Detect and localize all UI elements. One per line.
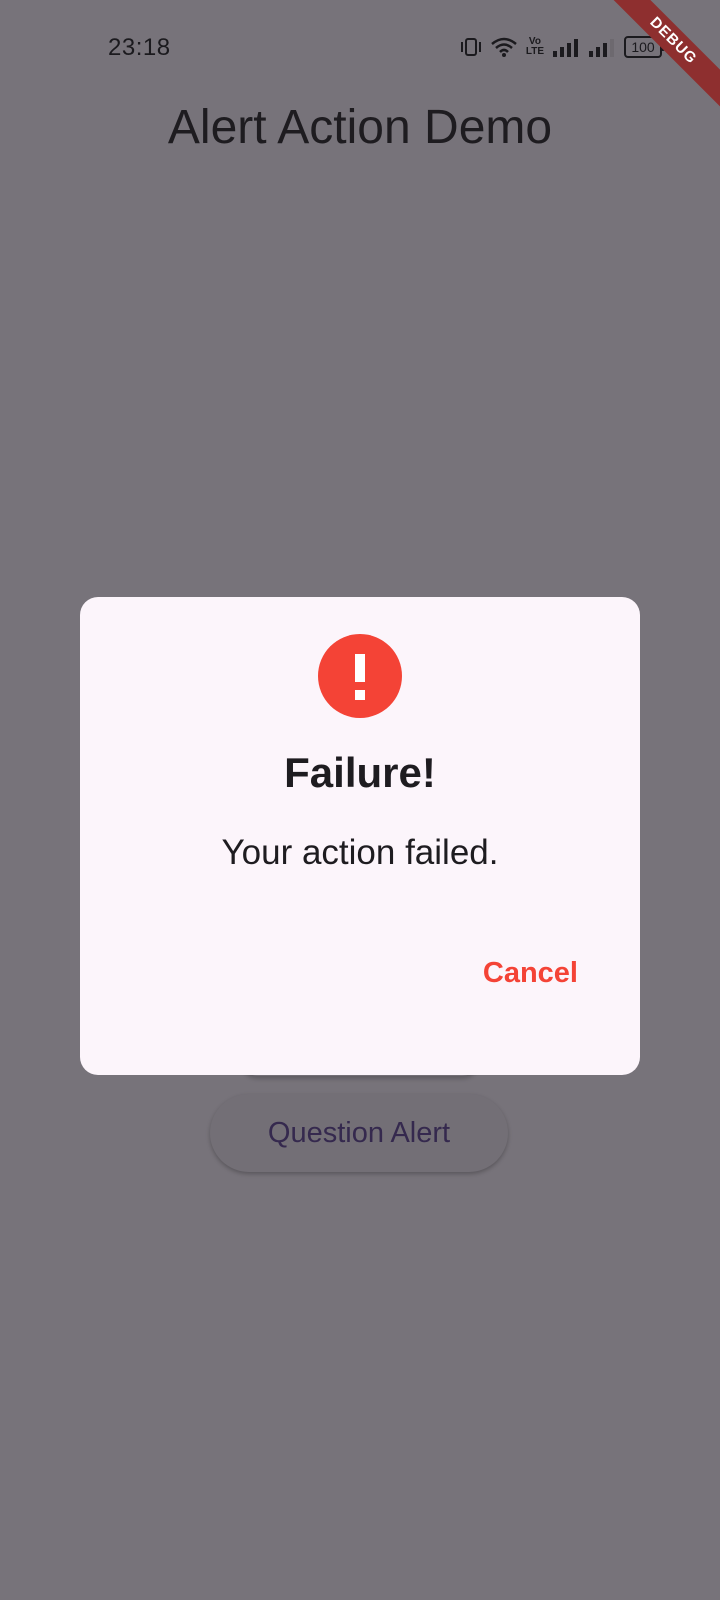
error-icon [318, 634, 402, 718]
status-time: 23:18 [108, 34, 171, 61]
vibrate-icon [460, 37, 482, 57]
status-icons: Vo LTE 100 [460, 36, 665, 58]
cancel-button[interactable]: Cancel [483, 957, 578, 990]
status-bar: 23:18 Vo LTE 100 [0, 0, 720, 96]
question-alert-button[interactable]: Question Alert [210, 1094, 508, 1172]
app-title: Alert Action Demo [167, 101, 553, 154]
volte-icon: Vo LTE [525, 36, 544, 57]
wifi-icon [490, 37, 518, 57]
signal-icon-sim2 [588, 37, 616, 57]
signal-icon-sim1 [552, 37, 580, 57]
dialog-message: Your action failed. [221, 833, 499, 872]
dialog-title: Failure! [284, 749, 436, 796]
alert-dialog: Failure! Your action failed. Cancel [80, 597, 640, 1075]
